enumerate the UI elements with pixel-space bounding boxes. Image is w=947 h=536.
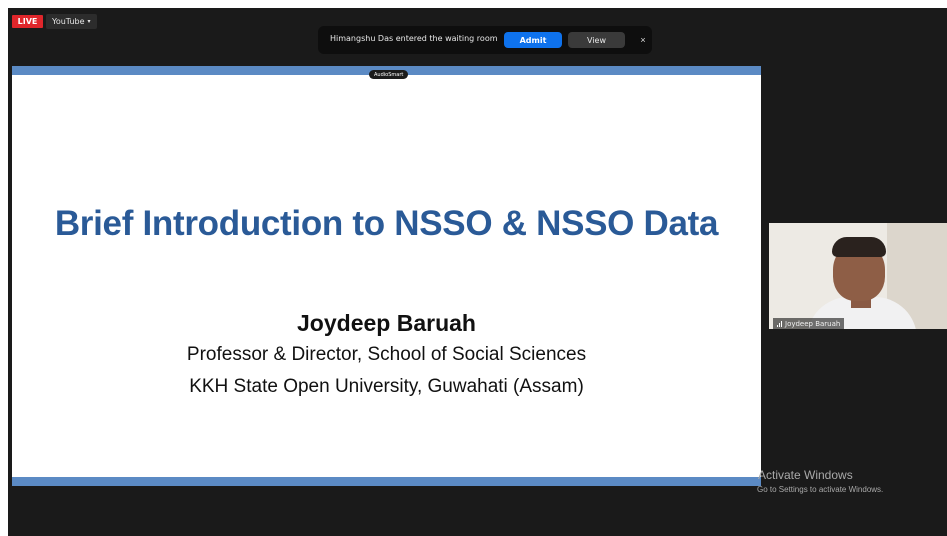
live-badge: LIVE xyxy=(12,15,43,28)
admit-button[interactable]: Admit xyxy=(504,32,562,48)
slide-bottom-band xyxy=(12,477,761,486)
slide-affiliation-line: Professor & Director, School of Social S… xyxy=(186,344,587,365)
slide-author: Joydeep Baruah xyxy=(297,310,476,336)
close-icon[interactable]: × xyxy=(636,32,650,48)
participant-name-tag: Joydeep Baruah xyxy=(773,318,845,329)
waiting-room-notification: Himangshu Das entered the waiting room A… xyxy=(318,26,652,54)
youtube-stream-button[interactable]: YouTube ▾ xyxy=(46,14,97,29)
participant-hair xyxy=(832,237,886,257)
view-button[interactable]: View xyxy=(568,32,625,48)
notification-message: Himangshu Das entered the waiting room xyxy=(330,34,498,43)
meeting-window: LIVE YouTube ▾ Himangshu Das entered the… xyxy=(8,8,947,536)
participant-name: Joydeep Baruah xyxy=(785,319,841,328)
participant-video-tile[interactable]: Joydeep Baruah xyxy=(769,223,947,329)
signal-strength-icon xyxy=(777,320,782,327)
shared-screen-slide: AudioSmart Brief Introduction to NSSO & … xyxy=(12,66,761,486)
slide-title: Brief Introduction to NSSO & NSSO Data xyxy=(54,204,719,243)
stream-label: YouTube xyxy=(52,17,85,26)
share-pill-label: AudioSmart xyxy=(374,71,404,78)
slide-university-line: KKH State Open University, Guwahati (Ass… xyxy=(189,376,584,397)
live-label: LIVE xyxy=(17,17,38,26)
activation-watermark-subtitle: Go to Settings to activate Windows. xyxy=(757,485,884,494)
activation-watermark-title: Activate Windows xyxy=(758,468,853,482)
chevron-down-icon: ▾ xyxy=(87,18,91,25)
screen-share-pill[interactable]: AudioSmart xyxy=(369,70,409,79)
